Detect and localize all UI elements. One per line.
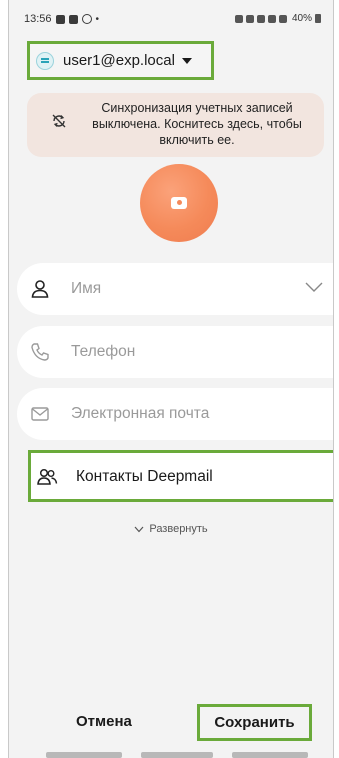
wifi-icon — [267, 14, 276, 23]
contact-photo-button[interactable] — [140, 164, 218, 242]
sync-banner[interactable]: Синхронизация учетных записей выключена.… — [27, 93, 324, 157]
name-field[interactable]: Имя — [17, 263, 333, 315]
status-bar: 13:56 • 40% — [9, 0, 333, 36]
name-placeholder: Имя — [71, 280, 102, 297]
calendar-icon — [55, 14, 65, 24]
mail-icon — [31, 407, 49, 421]
battery-level: 40% — [291, 13, 312, 24]
sync-banner-text: Синхронизация учетных записей выключена.… — [92, 101, 302, 147]
bluetooth-icon — [245, 14, 254, 23]
message-icon — [68, 14, 78, 24]
status-right: 40% — [234, 13, 321, 24]
phone-placeholder: Телефон — [71, 343, 136, 360]
status-time: 13:56 — [24, 13, 52, 25]
phone-icon — [31, 343, 49, 361]
status-dot: • — [95, 13, 100, 25]
group-icon — [37, 468, 58, 485]
chevron-down-icon[interactable] — [305, 281, 323, 293]
email-placeholder: Электронная почта — [71, 405, 210, 422]
contacts-group-label: Контакты Deepmail — [76, 468, 213, 485]
dropdown-arrow-icon — [181, 57, 192, 64]
battery-icon — [315, 14, 321, 23]
status-left: 13:56 • — [24, 13, 99, 25]
contacts-group-field[interactable]: Контакты Deepmail — [28, 450, 333, 502]
back-nav-button[interactable] — [232, 752, 308, 758]
save-button-label: Сохранить — [214, 714, 295, 731]
expand-button[interactable]: Развернуть — [9, 523, 333, 535]
phone-field[interactable]: Телефон — [17, 326, 333, 378]
at-icon — [81, 14, 92, 24]
person-icon — [31, 280, 49, 298]
mute-icon — [256, 14, 265, 23]
alarm-icon — [234, 14, 243, 23]
chevron-down-icon — [134, 526, 144, 532]
account-icon — [36, 51, 54, 70]
expand-label: Развернуть — [149, 523, 208, 535]
signal-icon — [278, 14, 287, 23]
camera-icon — [171, 197, 187, 209]
phone-screen: 13:56 • 40% user1@exp.local Синхронизаци… — [8, 0, 334, 758]
account-email: user1@exp.local — [63, 52, 175, 69]
email-field[interactable]: Электронная почта — [17, 388, 333, 440]
navigation-bar — [9, 752, 333, 758]
recents-nav-button[interactable] — [46, 752, 122, 758]
home-nav-button[interactable] — [141, 752, 213, 758]
sync-off-icon — [52, 114, 66, 128]
cancel-button[interactable]: Отмена — [76, 713, 132, 730]
save-button[interactable]: Сохранить — [197, 704, 312, 741]
account-selector[interactable]: user1@exp.local — [27, 41, 214, 80]
